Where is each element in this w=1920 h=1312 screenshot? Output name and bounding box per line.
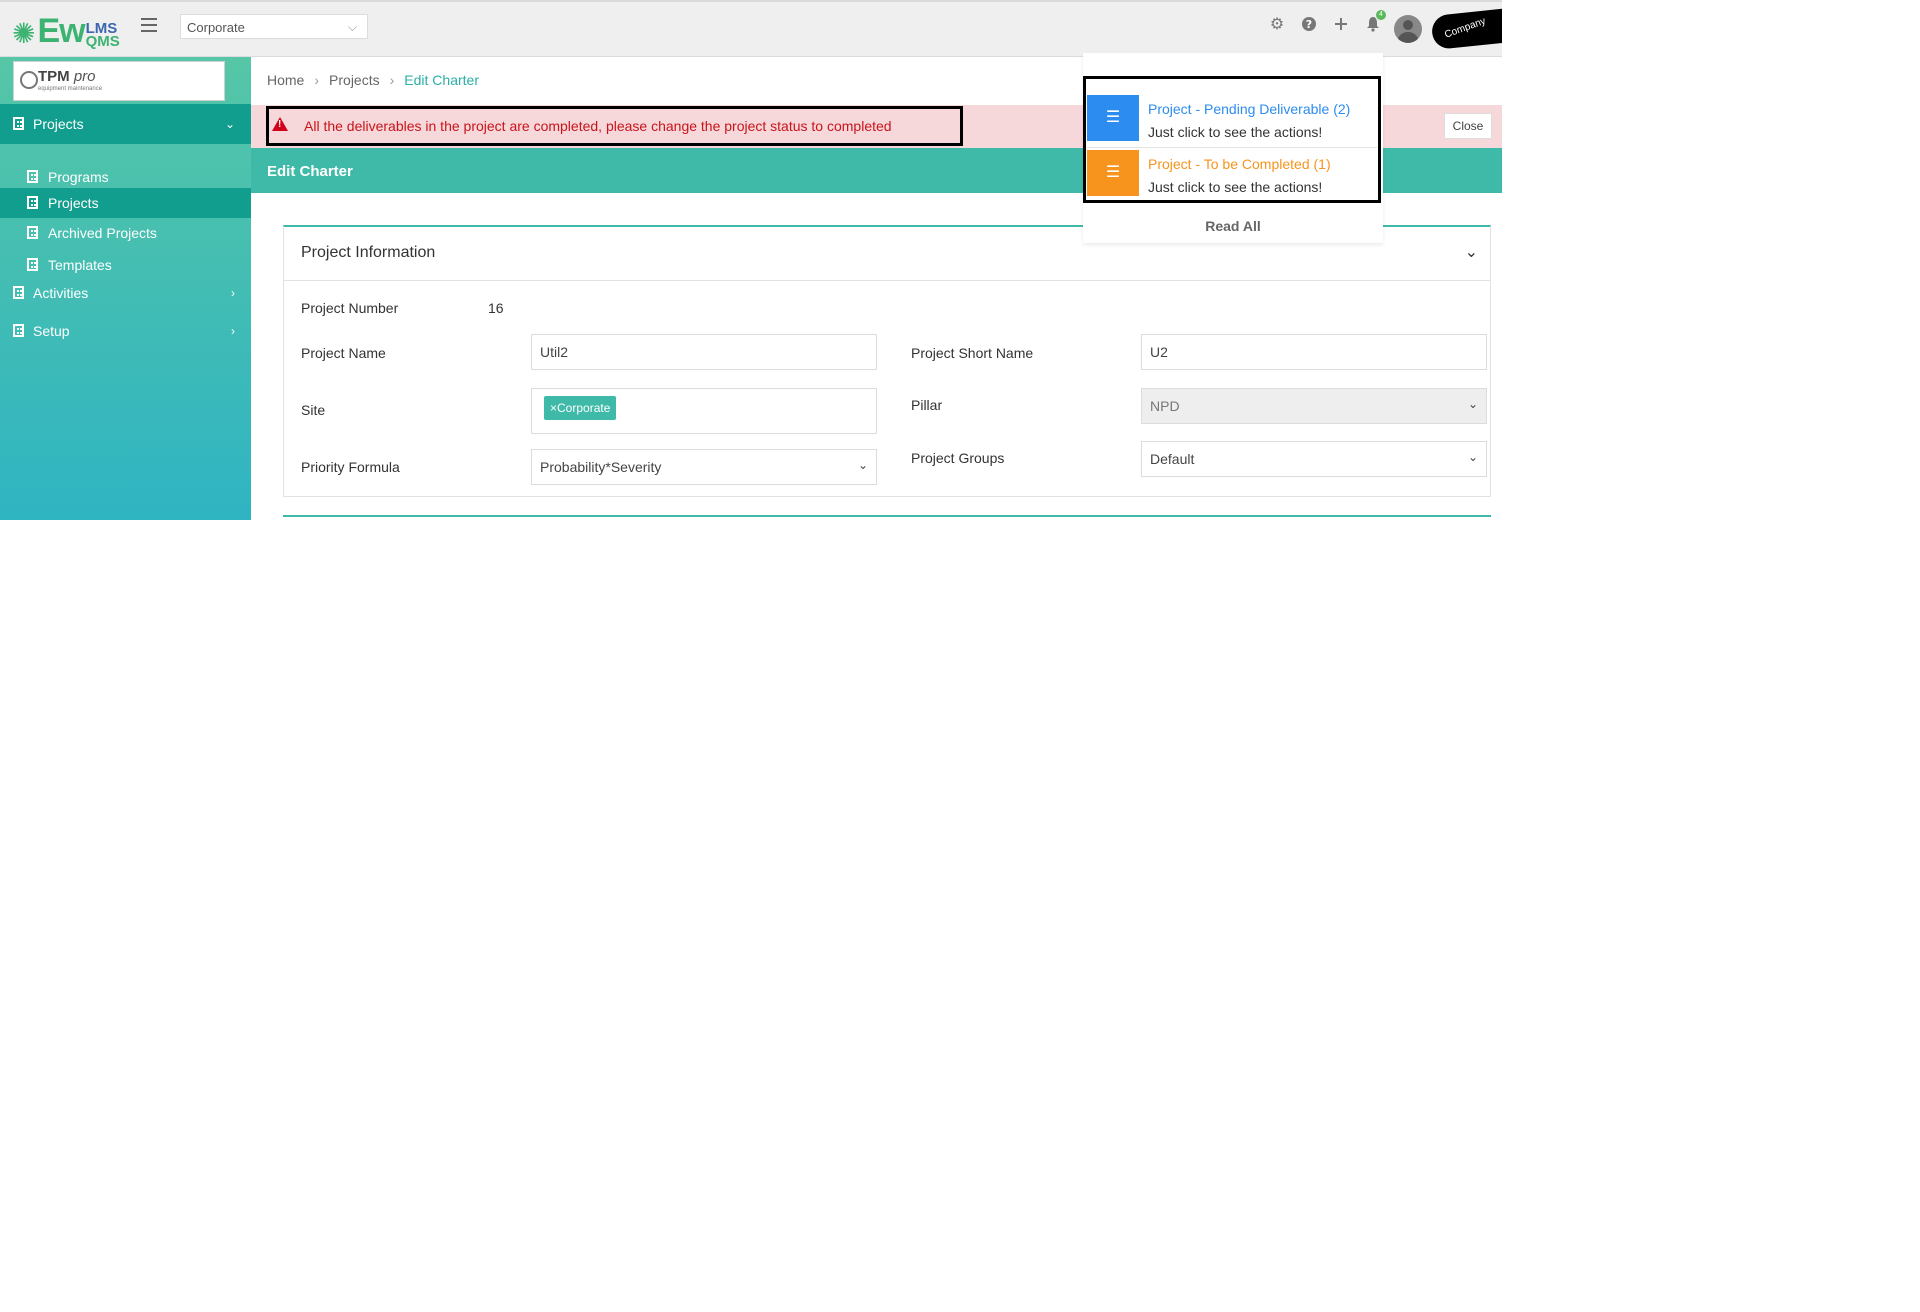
building-icon [13, 117, 24, 130]
project-number-label: Project Number [301, 300, 399, 316]
sidebar-item-label: Activities [33, 285, 89, 301]
building-icon [13, 324, 24, 337]
project-name-input[interactable]: Util2 [531, 334, 877, 370]
sidebar-item-archived-projects[interactable]: Archived Projects [0, 217, 251, 249]
sidebar: TPM pro equipment maintenance Projects ⌄… [0, 57, 251, 520]
brand-leaf-icon [20, 71, 38, 89]
top-bar: ✺ Ew LMS QMS Corporate ⌵ ⚙ ? 4 Company [0, 0, 1502, 57]
project-name-label: Project Name [301, 345, 386, 361]
sidebar-item-activities[interactable]: Activities › [0, 277, 251, 309]
brand-title: TPM pro [38, 68, 96, 85]
page-title: Edit Charter [267, 163, 353, 180]
notification-title: Project - To be Completed (1) [1148, 156, 1331, 172]
chevron-down-icon: ⌄ [1467, 450, 1478, 464]
notification-item[interactable]: ☰ Project - Pending Deliverable (2) Just… [1087, 93, 1377, 146]
sidebar-item-projects-group[interactable]: Projects ⌄ [0, 104, 251, 144]
breadcrumb-separator-icon: › [314, 72, 320, 88]
building-icon [13, 286, 24, 299]
breadcrumb-separator-icon: › [389, 72, 395, 88]
building-icon [27, 170, 38, 183]
breadcrumb: Home › Projects › Edit Charter [267, 72, 479, 88]
sidebar-item-label: Projects [33, 116, 84, 132]
priority-formula-select[interactable]: Probability*Severity ⌄ [531, 449, 877, 485]
pillar-select[interactable]: NPD ⌄ [1141, 388, 1487, 424]
project-short-name-label: Project Short Name [911, 345, 1034, 361]
logo-qms-text: QMS [85, 33, 120, 50]
pillar-value: NPD [1150, 398, 1180, 414]
site-tag[interactable]: ×Corporate [544, 396, 617, 420]
app-logo[interactable]: ✺ Ew LMS QMS [12, 8, 120, 50]
priority-formula-value: Probability*Severity [540, 459, 662, 475]
brand-title-main: TPM [38, 68, 70, 85]
site-multiselect[interactable]: ×Corporate [531, 388, 877, 434]
list-icon: ☰ [1087, 150, 1139, 196]
company-select[interactable]: Corporate ⌵ [180, 14, 368, 39]
project-information-panel: Project Information ⌄ Project Number 16 … [283, 225, 1491, 497]
gear-icon[interactable]: ⚙ [1268, 16, 1286, 34]
project-name-value: Util2 [540, 344, 569, 360]
chevron-down-icon[interactable]: ⌄ [1465, 242, 1478, 262]
building-icon [27, 226, 38, 239]
notification-item[interactable]: ☰ Project - To be Completed (1) Just cli… [1087, 148, 1377, 201]
logo-main-text: Ew [37, 12, 85, 50]
breadcrumb-projects[interactable]: Projects [329, 72, 380, 88]
brand-title-italic: pro [73, 68, 96, 85]
help-icon[interactable]: ? [1300, 16, 1318, 34]
next-panel-top-border [283, 515, 1491, 517]
sidebar-brand-logo: TPM pro equipment maintenance [13, 61, 225, 101]
project-groups-label: Project Groups [911, 450, 1005, 466]
sidebar-item-label: Setup [33, 323, 70, 339]
sidebar-item-label: Archived Projects [48, 225, 157, 241]
chevron-right-icon: › [231, 286, 235, 300]
priority-formula-label: Priority Formula [301, 459, 400, 475]
notification-title: Project - Pending Deliverable (2) [1148, 101, 1351, 117]
notification-subtitle: Just click to see the actions! [1148, 124, 1323, 140]
site-label: Site [301, 402, 326, 418]
brand-subtitle: equipment maintenance [38, 86, 103, 92]
user-avatar[interactable] [1394, 15, 1422, 43]
app-window: ✺ Ew LMS QMS Corporate ⌵ ⚙ ? 4 Company T… [0, 0, 1502, 520]
pillar-label: Pillar [911, 397, 943, 413]
project-short-name-value: U2 [1150, 344, 1168, 360]
company-select-value: Corporate [187, 20, 245, 35]
notification-subtitle: Just click to see the actions! [1148, 179, 1323, 195]
sidebar-item-label: Projects [48, 195, 99, 211]
sidebar-item-setup[interactable]: Setup › [0, 315, 251, 347]
logo-star-icon: ✺ [12, 18, 36, 49]
sidebar-item-label: Templates [48, 257, 112, 273]
alert-message: All the deliverables in the project are … [304, 118, 892, 134]
project-short-name-input[interactable]: U2 [1141, 334, 1487, 370]
menu-toggle-icon[interactable] [141, 18, 157, 32]
list-icon: ☰ [1087, 95, 1139, 141]
warning-icon [272, 117, 288, 131]
chevron-down-icon: ⌄ [1467, 397, 1478, 411]
chevron-right-icon: › [231, 324, 235, 338]
sidebar-item-projects[interactable]: Projects [0, 188, 251, 218]
project-groups-select[interactable]: Default ⌄ [1141, 441, 1487, 477]
notification-badge: 4 [1376, 10, 1386, 20]
top-icons: ⚙ ? 4 [1268, 10, 1386, 34]
building-icon [27, 258, 38, 271]
sidebar-item-label: Programs [48, 169, 109, 185]
project-number-value: 16 [488, 300, 504, 316]
bell-icon[interactable]: 4 [1364, 10, 1386, 34]
chevron-down-icon: ⌄ [857, 458, 868, 472]
read-all-link[interactable]: Read All [1083, 218, 1383, 234]
chevron-down-icon: ⌵ [347, 20, 357, 34]
panel-title: Project Information [301, 244, 436, 261]
add-icon[interactable] [1332, 16, 1350, 34]
building-icon [27, 196, 38, 209]
svg-text:?: ? [1306, 18, 1312, 31]
sidebar-item-templates[interactable]: Templates [0, 251, 251, 279]
breadcrumb-home[interactable]: Home [267, 72, 304, 88]
close-alert-button[interactable]: Close [1444, 113, 1492, 139]
company-logo-text: Company [1443, 15, 1488, 41]
chevron-down-icon: ⌄ [224, 117, 235, 131]
project-groups-value: Default [1150, 451, 1195, 467]
company-logo: Company [1430, 7, 1502, 51]
breadcrumb-current: Edit Charter [404, 72, 479, 88]
logo-stack: LMS QMS [85, 21, 120, 50]
